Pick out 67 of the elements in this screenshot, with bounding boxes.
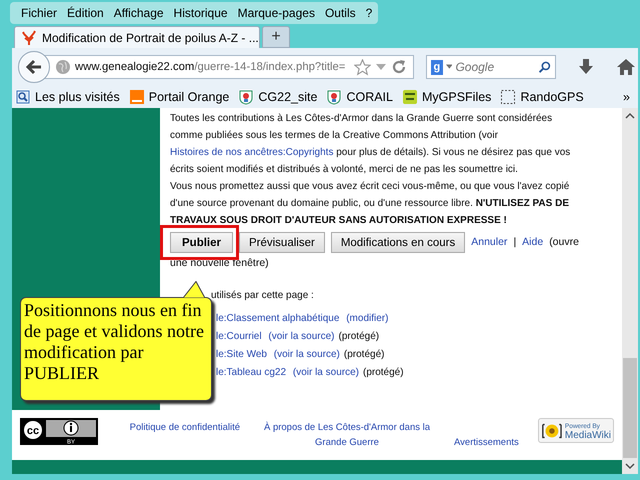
dropdown-icon[interactable] xyxy=(446,64,452,70)
source-link[interactable]: (modifier) xyxy=(346,310,388,327)
scroll-up-icon[interactable] xyxy=(625,112,635,120)
form-button[interactable]: Prévisualiser xyxy=(238,232,325,253)
home-icon[interactable] xyxy=(616,58,636,76)
copyright-link[interactable]: Histoires de xyxy=(170,147,223,158)
license-notice: Vous nous promettez aussi que vous avez écrit ceci vous-même, ou que vous l'avez copié d'une source provenant du domaine public, ou d'une ressource libre. N'UTILISEZ PAS DE TRAVAUX SOUS DROIT D'AUTEUR SANS AUTORISATION EXPRESSE ! xyxy=(170,180,570,228)
coral-icon xyxy=(21,30,37,46)
template-link[interactable]: le:Courriel xyxy=(216,328,262,345)
folder-icon xyxy=(16,90,30,104)
download-icon[interactable] xyxy=(578,58,594,76)
menu-item[interactable]: Marque-pages xyxy=(232,6,320,20)
globe-icon xyxy=(55,59,71,75)
back-button[interactable] xyxy=(18,51,50,83)
template-link[interactable]: le:Tableau cg22 xyxy=(216,364,286,381)
search-engine-badge[interactable]: g xyxy=(431,60,443,74)
protection-status: (protégé) xyxy=(363,366,404,380)
footer-link[interactable]: Politique de confidentialité xyxy=(130,420,240,435)
bookmark-item[interactable]: CORAIL xyxy=(327,90,393,104)
footer-link[interactable]: À propos de Les Côtes-d'Armor dans la Grande Guerre xyxy=(249,420,445,450)
blank-page-icon xyxy=(501,90,516,104)
bookmark-item[interactable]: MyGPSFiles xyxy=(402,90,492,104)
menu-item[interactable]: Historique xyxy=(168,6,233,20)
menu-item[interactable]: Fichier xyxy=(16,6,62,20)
search-field[interactable]: g Google xyxy=(426,55,556,79)
link-text: une nouvelle fenêtre) xyxy=(170,257,270,270)
form-button[interactable]: Publier xyxy=(170,232,233,253)
callout-text: Positionnons nous en fin de page et validons notre modification par PUBLIER xyxy=(24,300,205,384)
link-text: | xyxy=(513,235,516,250)
source-link[interactable]: (voir la source) xyxy=(268,328,335,345)
source-link[interactable]: (voir la source) xyxy=(292,364,359,381)
bookmark-item[interactable]: Les plus visités xyxy=(16,90,120,104)
form-button[interactable]: Modifications en cours xyxy=(330,232,466,253)
menu-item[interactable]: ? xyxy=(360,6,378,20)
gps-icon xyxy=(402,90,417,104)
license-notice: Toutes les contributions à Les Côtes-d'Armor dans la Grande Guerre sont considérées comme publiées sous les termes de la Creative Commons Attribution (voir Histoires de nos ancêtres:Copyrights pour plus de détails). Si vous ne désirez pas que vos écrits soient modifiés et distribués à volonté, merci de ne pas les soumettre ici. xyxy=(170,112,572,177)
crest-icon xyxy=(327,90,342,104)
crest-icon xyxy=(239,90,254,104)
bookmarks-overflow-button[interactable]: » xyxy=(623,90,630,104)
menu-item[interactable]: Outils xyxy=(320,6,361,20)
edit-link[interactable]: Aide xyxy=(522,234,544,251)
scroll-thumb[interactable] xyxy=(623,358,637,458)
templates-heading: utilisés par cette page : xyxy=(211,289,315,303)
edit-link[interactable]: Annuler xyxy=(471,234,508,251)
bookmark-item[interactable]: CG22_site xyxy=(239,90,318,104)
template-link[interactable]: le:Site Web xyxy=(216,346,267,363)
bookmark-item[interactable]: Portail Orange xyxy=(130,90,230,104)
star-icon[interactable] xyxy=(354,58,371,76)
reload-icon[interactable] xyxy=(391,59,407,75)
search-icon[interactable] xyxy=(538,60,551,74)
back-arrow-icon xyxy=(25,59,43,75)
link-text: (ouvre xyxy=(549,235,579,250)
scroll-down-icon[interactable] xyxy=(625,462,635,470)
footer-link[interactable]: Avertissements xyxy=(454,435,520,450)
address-bar[interactable]: www.genealogie22.com/guerre-14-18/index.php?title= xyxy=(44,55,414,79)
protection-status: (protégé) xyxy=(338,330,380,344)
square-logo-icon xyxy=(130,90,144,104)
template-link[interactable]: le:Classement alphabétique xyxy=(216,310,340,327)
browser-tab[interactable]: Modification de Portrait de poilus A-Z - ... xyxy=(14,26,260,48)
copyright-link[interactable]: nos ancêtres:Copyrights xyxy=(226,147,334,158)
source-link[interactable]: (voir la source) xyxy=(274,346,340,363)
scrollbar[interactable] xyxy=(622,108,638,474)
menu-item[interactable]: Édition xyxy=(62,6,109,20)
protection-status: (protégé) xyxy=(344,348,384,362)
new-tab-button[interactable]: + xyxy=(262,26,290,48)
bookmark-item[interactable]: RandoGPS xyxy=(501,90,584,104)
menu-item[interactable]: Affichage xyxy=(108,6,169,20)
